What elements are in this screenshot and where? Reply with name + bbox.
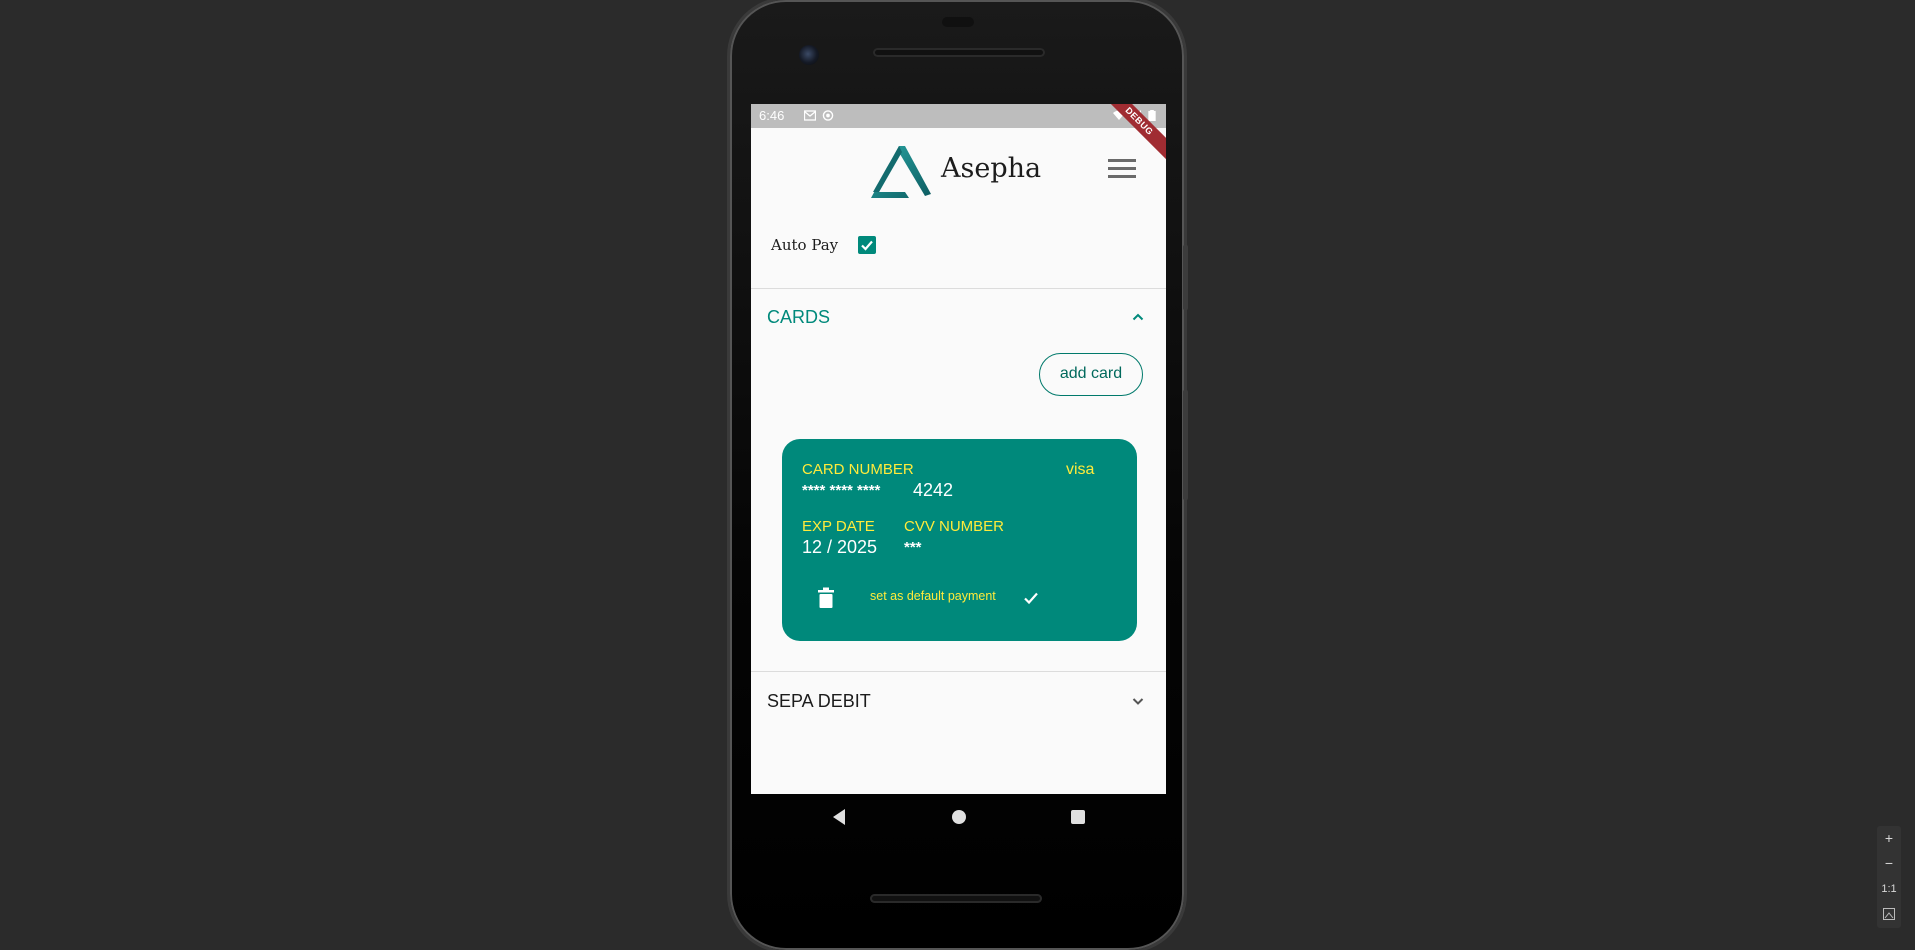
proximity-sensor bbox=[942, 17, 974, 27]
divider bbox=[751, 288, 1166, 289]
cards-section-header[interactable]: CARDS bbox=[767, 302, 1150, 332]
power-button[interactable] bbox=[1183, 245, 1188, 310]
chevron-up-icon bbox=[1132, 313, 1144, 321]
fit-screen-icon[interactable] bbox=[1877, 902, 1901, 926]
status-time: 6:46 bbox=[759, 108, 785, 123]
back-icon[interactable] bbox=[829, 806, 851, 828]
app-screen: 6:46 DEBUG Asepha Auto Pay CARDS add car… bbox=[751, 104, 1166, 794]
card-brand: visa bbox=[1066, 461, 1095, 478]
asepha-logo-icon bbox=[871, 146, 931, 198]
status-bar: 6:46 DEBUG bbox=[751, 104, 1166, 166]
battery-icon bbox=[1148, 110, 1156, 121]
emulator-stage: 6:46 DEBUG Asepha Auto Pay CARDS add car… bbox=[0, 0, 1915, 950]
cards-section-title: CARDS bbox=[767, 307, 831, 327]
android-nav-bar bbox=[751, 794, 1166, 844]
top-speaker bbox=[873, 48, 1045, 57]
emulator-zoom-controls: + − 1:1 bbox=[1877, 826, 1901, 928]
volume-button[interactable] bbox=[1183, 390, 1188, 500]
actual-size-button[interactable]: 1:1 bbox=[1877, 877, 1901, 901]
cvv-label: CVV NUMBER bbox=[904, 518, 1005, 535]
default-payment-check-icon[interactable] bbox=[1022, 589, 1040, 607]
sepa-section-header[interactable]: SEPA DEBIT bbox=[767, 686, 1150, 716]
checkmark-icon bbox=[861, 240, 873, 251]
app-bar: Asepha bbox=[751, 128, 1166, 208]
autopay-label: Auto Pay bbox=[771, 236, 839, 254]
exp-date-value: 12 / 2025 bbox=[802, 537, 878, 557]
default-payment-label: set as default payment bbox=[870, 589, 996, 603]
add-card-button[interactable]: add card bbox=[1039, 353, 1143, 396]
autopay-checkbox[interactable] bbox=[858, 236, 876, 254]
cvv-value: *** bbox=[904, 539, 922, 556]
brand-name: Asepha bbox=[941, 153, 1042, 184]
front-camera bbox=[799, 45, 819, 65]
home-icon[interactable] bbox=[948, 806, 970, 828]
exp-date-label: EXP DATE bbox=[802, 518, 875, 535]
payment-card: CARD NUMBER visa **** **** **** 4242 EXP… bbox=[782, 439, 1137, 641]
card-masked-number: **** **** **** bbox=[802, 482, 881, 499]
bottom-speaker bbox=[870, 894, 1042, 903]
chevron-down-icon bbox=[1132, 698, 1144, 705]
sepa-section-title: SEPA DEBIT bbox=[767, 691, 871, 711]
hamburger-menu-icon[interactable] bbox=[1107, 156, 1137, 182]
recents-icon[interactable] bbox=[1067, 806, 1089, 828]
gmail-notification-icon bbox=[804, 110, 816, 121]
zoom-out-button[interactable]: − bbox=[1877, 851, 1901, 875]
card-number-label: CARD NUMBER bbox=[802, 461, 914, 478]
card-last4: 4242 bbox=[913, 480, 954, 500]
sync-notification-icon bbox=[822, 110, 834, 121]
delete-trash-icon[interactable] bbox=[816, 587, 836, 609]
divider bbox=[751, 671, 1166, 672]
zoom-in-button[interactable]: + bbox=[1877, 826, 1901, 850]
